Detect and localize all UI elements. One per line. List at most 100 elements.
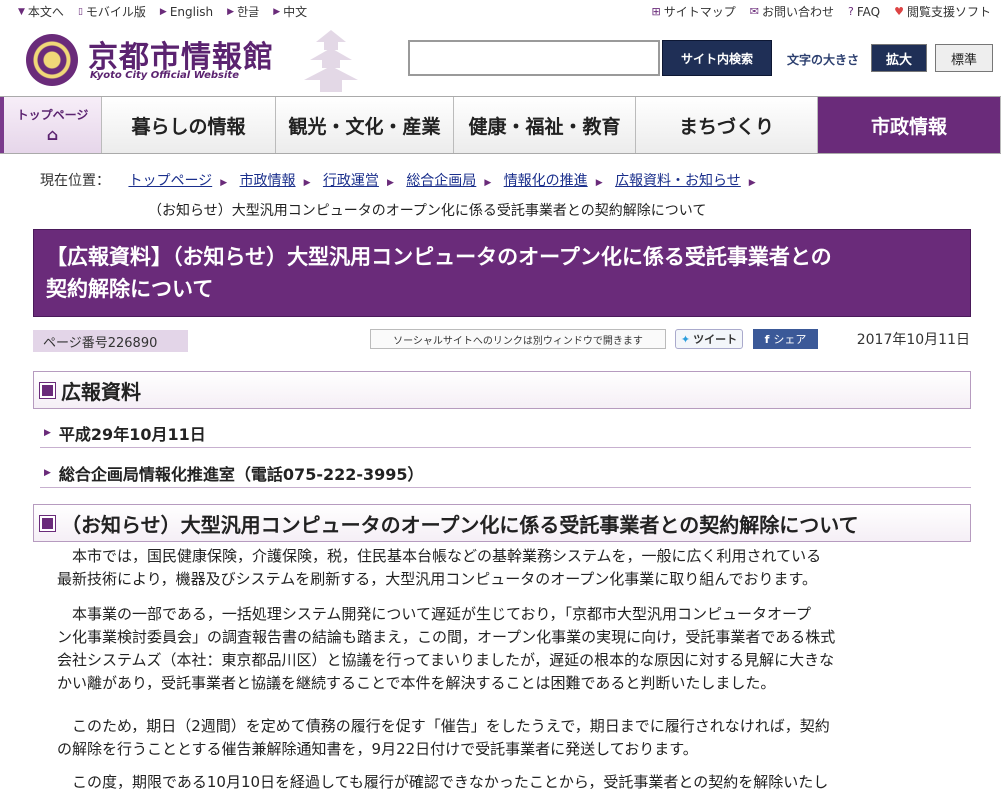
mobile-version-label: モバイル版 [85,5,146,19]
release-date-label: 平成29年10月11日 [58,424,206,444]
skip-to-content-link[interactable]: ▼ 本文へ [18,3,64,20]
korean-label: 한글 [237,5,260,19]
tweet-button[interactable]: ✦ ツイート [675,329,743,349]
mobile-version-link[interactable]: ▯ モバイル版 [78,3,146,20]
paragraph-1-line-2: 最新技術により，機器及びシステムを刷新する，大型汎用コンピュータのオープン化事業… [57,570,818,588]
facebook-share-button[interactable]: f シェア [753,329,818,349]
triangle-right-icon: ▶ [386,178,394,188]
utility-links-right: ⊞ サイトマップ ✉ お問い合わせ ? FAQ ♥ 閲覧支援ソフト [638,3,991,20]
breadcrumb: 現在位置： トップページ ▶ 市政情報 ▶ 行政運営 ▶ 総合企画局 ▶ 情報化の推進 ▶… [40,167,980,225]
triangle-right-icon: ▶ [227,6,235,17]
paragraph-2-line-3: 会社システムズ（本社：東京都品川区）と協議を行ってまいりましたが，遅延の根本的な… [57,651,835,669]
paragraph-3-line-1: このため，期日（2週間）を定めて債務の履行を促す「催告」をしたうえで，期日までに… [72,717,830,735]
pagoda-watermark-icon [304,30,358,92]
paragraph-1-line-1: 本市では，国民健康保険，介護保険，税，住民基本台帳などの基幹業務システムを，一般… [72,547,822,565]
home-icon: ⌂ [46,125,59,144]
social-link-note: ソーシャルサイトへのリンクは別ウィンドウで開きます [370,329,666,349]
contact-label: 総合企画局情報化推進室（電話075-222-3995） [58,464,424,484]
square-bullet-icon [39,514,56,532]
site-search-input[interactable] [408,40,660,76]
paragraph-2: 本事業の一部である，一括処理システム開発について遅延が生じており，「京都市大型汎… [57,603,972,695]
nav-tab-health[interactable]: 健康・福祉・教育 [454,97,636,153]
triangle-right-icon: ▶ [273,6,281,17]
facebook-icon: f [764,332,770,346]
contact-link[interactable]: ✉ お問い合わせ [750,3,834,20]
site-header: 京都市情報館 Kyoto City Official Website サイト内検… [0,24,1001,94]
paragraph-1: 本市では，国民健康保険，介護保険，税，住民基本台帳などの基幹業務システムを，一般… [57,545,972,591]
breadcrumb-link-administration[interactable]: 行政運営 [323,173,379,189]
breadcrumb-link-city-admin[interactable]: 市政情報 [240,173,296,189]
nav-tab-tourism[interactable]: 観光・文化・産業 [276,97,454,153]
utility-bar: ▼ 本文へ ▯ モバイル版 ▶ English ▶ 한글 ▶ 中文 ⊞ サイトマップ ✉ お問… [0,0,1001,22]
chinese-label: 中文 [283,5,308,19]
paragraph-2-line-2: ン化事業検討委員会」の調査報告書の結論も踏まえ，この間，オープン化事業の実現に向… [57,628,836,646]
page-number-badge: ページ番号226890 [33,330,188,352]
text-size-large-button[interactable]: 拡大 [871,44,927,72]
site-logo-subtitle: Kyoto City Official Website [90,70,239,81]
heart-icon: ♥ [894,5,904,18]
utility-links-left: ▼ 本文へ ▯ モバイル版 ▶ English ▶ 한글 ▶ 中文 [18,3,321,20]
triangle-right-icon: ▶ [595,178,603,188]
korean-link[interactable]: ▶ 한글 [227,3,259,20]
text-size-normal-button[interactable]: 標準 [935,44,993,72]
breadcrumb-label: 現在位置： [40,173,110,189]
site-search-button[interactable]: サイト内検索 [662,40,772,76]
tweet-label: ツイート [693,333,738,346]
triangle-right-icon: ▶ [220,178,228,188]
triangle-right-icon: ▶ [159,6,167,17]
mail-icon: ✉ [749,5,759,18]
nav-tab-city-admin[interactable]: 市政情報 [818,97,1001,153]
release-date-heading: ▶ 平成29年10月11日 [40,418,971,448]
nav-tab-living[interactable]: 暮らしの情報 [102,97,276,153]
triangle-right-icon: ▶ [484,178,492,188]
faq-link[interactable]: ? FAQ [848,3,880,20]
breadcrumb-link-top[interactable]: トップページ [128,173,212,189]
breadcrumb-link-informatization[interactable]: 情報化の推進 [504,173,588,189]
nav-tab-top-page-label: トップページ [16,108,89,122]
nav-tab-town[interactable]: まちづくり [636,97,818,153]
section-heading-notice-label: （お知らせ）大型汎用コンピュータのオープン化に係る受託事業者との契約解除について [61,512,859,537]
english-label: English [169,4,214,19]
page-title: 【広報資料】（お知らせ）大型汎用コンピュータのオープン化に係る受託事業者との 契… [33,229,971,317]
skip-to-content-label: 本文へ [27,5,64,19]
square-bullet-icon [39,381,56,399]
city-emblem-icon[interactable] [26,34,78,86]
nav-tab-top-page[interactable]: トップページ ⌂ [0,97,102,153]
text-size-label: 文字の大きさ [787,53,860,67]
breadcrumb-current: （お知らせ）大型汎用コンピュータのオープン化に係る受託事業者との契約解除について [148,203,707,219]
page-title-line-1: 【広報資料】（お知らせ）大型汎用コンピュータのオープン化に係る受託事業者との [46,245,832,269]
paragraph-4-line-1: この度，期限である10月10日を経過しても履行が確認できなかったことから，受託事… [72,773,829,791]
publish-date: 2017年10月11日 [856,332,970,348]
triangle-down-icon: ▼ [18,6,25,17]
sitemap-icon: ⊞ [651,5,661,18]
triangle-right-icon: ▶ [44,427,51,438]
triangle-right-icon: ▶ [303,178,311,188]
page-title-line-2: 契約解除について [46,277,214,301]
breadcrumb-link-press[interactable]: 広報資料・お知らせ [615,173,741,189]
breadcrumb-link-planning[interactable]: 総合企画局 [406,173,476,189]
mobile-icon: ▯ [77,6,83,17]
paragraph-2-line-4: かい離があり，受託事業者と協議を継続することで本件を解決することは困難であると判… [57,674,776,692]
section-heading-press-label: 広報資料 [61,379,141,404]
paragraph-3: このため，期日（2週間）を定めて債務の履行を促す「催告」をしたうえで，期日までに… [57,715,972,761]
twitter-bird-icon: ✦ [680,332,691,346]
sitemap-link[interactable]: ⊞ サイトマップ [652,3,736,20]
english-link[interactable]: ▶ English [160,3,213,20]
paragraph-3-line-2: の解除を行うこととする催告兼解除通知書を，9月22日付けで受託事業者に発送してお… [57,740,698,758]
accessibility-software-label: 閲覧支援ソフト [906,5,991,19]
share-label: シェア [773,333,807,346]
faq-label: FAQ [856,4,881,19]
chinese-link[interactable]: ▶ 中文 [273,3,307,20]
section-heading-notice: （お知らせ）大型汎用コンピュータのオープン化に係る受託事業者との契約解除について [33,504,971,542]
paragraph-2-line-1: 本事業の一部である，一括処理システム開発について遅延が生じており，「京都市大型汎… [72,605,812,623]
paragraph-4: この度，期限である10月10日を経過しても履行が確認できなかったことから，受託事… [57,771,972,794]
contact-heading: ▶ 総合企画局情報化推進室（電話075-222-3995） [40,458,971,488]
accessibility-software-link[interactable]: ♥ 閲覧支援ソフト [894,3,991,20]
sitemap-label: サイトマップ [663,5,736,19]
contact-label: お問い合わせ [762,5,835,19]
question-icon: ? [848,5,854,18]
section-heading-press: 広報資料 [33,371,971,409]
global-nav: トップページ ⌂ 暮らしの情報 観光・文化・産業 健康・福祉・教育 まちづくり … [0,96,1001,154]
triangle-right-icon: ▶ [748,178,756,188]
triangle-right-icon: ▶ [44,467,51,478]
